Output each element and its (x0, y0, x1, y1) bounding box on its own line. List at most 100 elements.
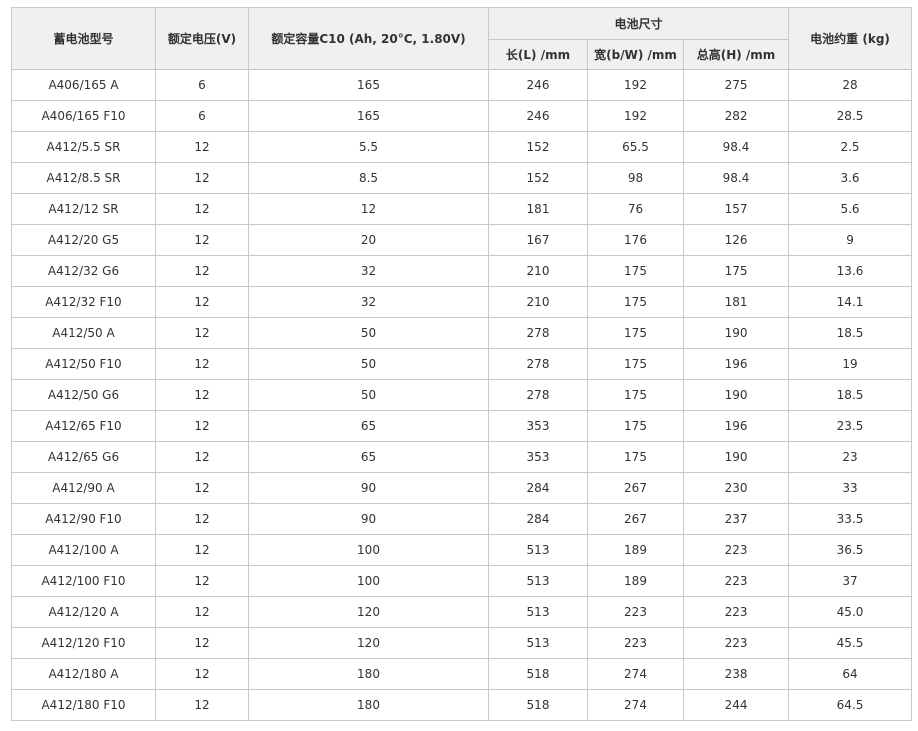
header-height: 总高(H) /mm (682, 39, 790, 70)
model-cell: A412/100 F10 (11, 565, 156, 597)
weight-cell: 28.5 (788, 100, 913, 132)
table-row: A406/165 A 6 165 246 192 275 28 (11, 69, 913, 101)
height-cell: 98.4 (682, 131, 790, 163)
height-cell: 230 (682, 472, 790, 504)
capacity-cell: 120 (248, 627, 489, 659)
height-cell: 223 (682, 627, 790, 659)
table-row: A412/100 A 12 100 513 189 223 36.5 (11, 534, 913, 566)
capacity-cell: 120 (248, 596, 489, 628)
capacity-cell: 165 (248, 100, 489, 132)
voltage-cell: 12 (155, 193, 249, 225)
table-body: A406/165 A 6 165 246 192 275 28 A406/165 F10 6 16… (11, 69, 913, 721)
weight-cell: 2.5 (788, 131, 913, 163)
length-cell: 210 (488, 286, 588, 318)
height-cell: 190 (682, 441, 790, 473)
table-header: 蓄电池型号 额定电压(V) 额定容量C10 (Ah, 20°C, 1.80V) … (11, 7, 913, 70)
voltage-cell: 12 (155, 503, 249, 535)
width-cell: 192 (587, 69, 684, 101)
height-cell: 237 (682, 503, 790, 535)
capacity-cell: 180 (248, 658, 489, 690)
table-row: A412/8.5 SR 12 8.5 152 98 98.4 3.6 (11, 162, 913, 194)
table-row: A412/65 G6 12 65 353 175 190 23 (11, 441, 913, 473)
length-cell: 246 (488, 100, 588, 132)
table-row: A412/50 A 12 50 278 175 190 18.5 (11, 317, 913, 349)
table-row: A412/50 G6 12 50 278 175 190 18.5 (11, 379, 913, 411)
voltage-cell: 12 (155, 224, 249, 256)
length-cell: 278 (488, 348, 588, 380)
weight-cell: 3.6 (788, 162, 913, 194)
length-cell: 284 (488, 472, 588, 504)
capacity-cell: 20 (248, 224, 489, 256)
capacity-cell: 50 (248, 317, 489, 349)
model-cell: A412/120 A (11, 596, 156, 628)
height-cell: 238 (682, 658, 790, 690)
voltage-cell: 6 (155, 100, 249, 132)
model-cell: A412/65 G6 (11, 441, 156, 473)
model-cell: A412/5.5 SR (11, 131, 156, 163)
capacity-cell: 90 (248, 503, 489, 535)
model-cell: A412/32 F10 (11, 286, 156, 318)
width-cell: 176 (587, 224, 684, 256)
height-cell: 275 (682, 69, 790, 101)
model-cell: A412/50 A (11, 317, 156, 349)
weight-cell: 64.5 (788, 689, 913, 721)
model-cell: A412/180 A (11, 658, 156, 690)
length-cell: 152 (488, 162, 588, 194)
width-cell: 189 (587, 534, 684, 566)
table-row: A412/120 A 12 120 513 223 223 45.0 (11, 596, 913, 628)
model-cell: A406/165 A (11, 69, 156, 101)
table-row: A406/165 F10 6 165 246 192 282 28.5 (11, 100, 913, 132)
width-cell: 175 (587, 255, 684, 287)
length-cell: 167 (488, 224, 588, 256)
header-width: 宽(b/W) /mm (587, 39, 684, 70)
width-cell: 223 (587, 627, 684, 659)
voltage-cell: 12 (155, 658, 249, 690)
voltage-cell: 12 (155, 348, 249, 380)
model-cell: A406/165 F10 (11, 100, 156, 132)
capacity-cell: 65 (248, 441, 489, 473)
model-cell: A412/50 F10 (11, 348, 156, 380)
weight-cell: 18.5 (788, 379, 913, 411)
width-cell: 175 (587, 441, 684, 473)
height-cell: 244 (682, 689, 790, 721)
capacity-cell: 65 (248, 410, 489, 442)
voltage-cell: 12 (155, 131, 249, 163)
width-cell: 274 (587, 658, 684, 690)
capacity-cell: 5.5 (248, 131, 489, 163)
table-row: A412/20 G5 12 20 167 176 126 9 (11, 224, 913, 256)
width-cell: 192 (587, 100, 684, 132)
voltage-cell: 6 (155, 69, 249, 101)
voltage-cell: 12 (155, 689, 249, 721)
header-length: 长(L) /mm (488, 39, 588, 70)
weight-cell: 23.5 (788, 410, 913, 442)
weight-cell: 14.1 (788, 286, 913, 318)
model-cell: A412/180 F10 (11, 689, 156, 721)
voltage-cell: 12 (155, 379, 249, 411)
width-cell: 175 (587, 286, 684, 318)
length-cell: 246 (488, 69, 588, 101)
capacity-cell: 50 (248, 379, 489, 411)
model-cell: A412/100 A (11, 534, 156, 566)
height-cell: 223 (682, 534, 790, 566)
height-cell: 175 (682, 255, 790, 287)
height-cell: 196 (682, 410, 790, 442)
header-voltage: 额定电压(V) (155, 7, 249, 70)
weight-cell: 5.6 (788, 193, 913, 225)
voltage-cell: 12 (155, 286, 249, 318)
header-weight: 电池约重 (kg) (788, 7, 913, 70)
voltage-cell: 12 (155, 410, 249, 442)
length-cell: 278 (488, 379, 588, 411)
capacity-cell: 165 (248, 69, 489, 101)
length-cell: 513 (488, 596, 588, 628)
capacity-cell: 90 (248, 472, 489, 504)
width-cell: 175 (587, 317, 684, 349)
voltage-cell: 12 (155, 472, 249, 504)
weight-cell: 45.0 (788, 596, 913, 628)
weight-cell: 33 (788, 472, 913, 504)
header-dimensions: 电池尺寸 (487, 7, 790, 40)
height-cell: 181 (682, 286, 790, 318)
table-row: A412/50 F10 12 50 278 175 196 19 (11, 348, 913, 380)
height-cell: 223 (682, 596, 790, 628)
width-cell: 76 (587, 193, 684, 225)
height-cell: 157 (682, 193, 790, 225)
